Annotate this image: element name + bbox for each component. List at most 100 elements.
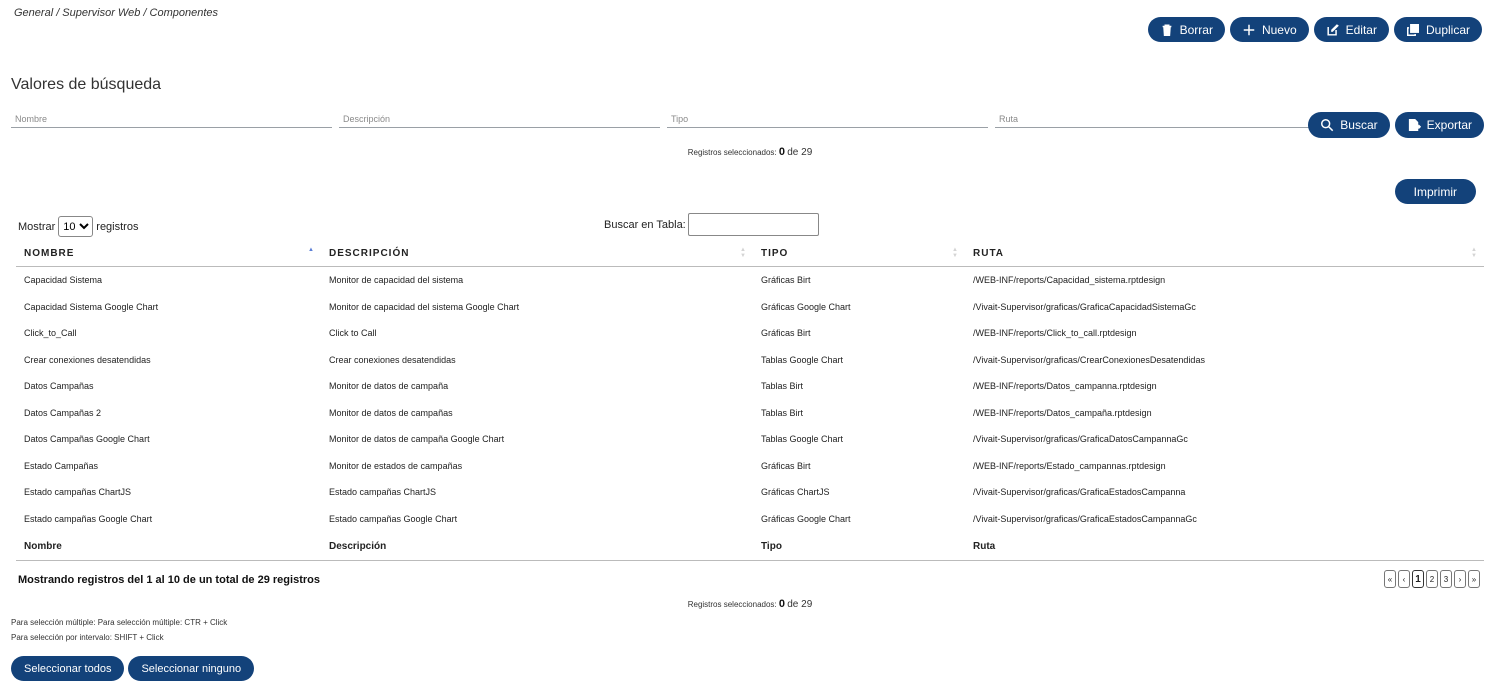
trash-icon [1162, 23, 1171, 36]
cell-descripcion: Monitor de datos de campañas [329, 407, 453, 418]
header-nombre[interactable]: NOMBRE ▲▼ [16, 240, 321, 267]
cell-nombre: Capacidad Sistema Google Chart [24, 301, 159, 312]
multi-select-help: Para selección múltiple: Para selección … [11, 618, 228, 627]
export-icon [1408, 119, 1421, 131]
cell-nombre: Capacidad Sistema [24, 275, 103, 286]
table-row[interactable]: Capacidad Sistema Google Chart Monitor de… [16, 294, 1484, 321]
cell-nombre: Datos Campañas Google Chart [24, 434, 150, 445]
footer-nombre: Nombre [16, 532, 321, 561]
header-ruta-label: RUTA [973, 247, 1005, 259]
select-all-button[interactable]: Seleccionar todos [11, 656, 125, 681]
delete-button-label: Borrar [1179, 22, 1213, 37]
duplicate-button[interactable]: Duplicar [1393, 17, 1482, 42]
name-input[interactable] [11, 111, 332, 128]
edit-button[interactable]: Editar [1313, 17, 1389, 42]
selected-total: de 29 [787, 599, 813, 610]
table-info: Mostrando registros del 1 al 10 de un to… [18, 574, 320, 586]
cell-tipo: Gráficas Google Chart [761, 301, 851, 312]
page-size-select[interactable]: 10 [58, 216, 94, 237]
cell-nombre: Datos Campañas [24, 381, 94, 392]
table-row[interactable]: Datos Campañas Monitor de datos de campañ… [16, 373, 1484, 400]
cell-tipo: Gráficas Birt [761, 328, 811, 339]
search-button-label: Buscar [1340, 118, 1378, 132]
sort-icon: ▲▼ [740, 247, 747, 259]
first-page-button[interactable]: « [1384, 570, 1396, 588]
cell-nombre: Estado Campañas [24, 460, 99, 471]
description-input[interactable] [339, 111, 660, 128]
cell-ruta: /WEB-INF/reports/Datos_campaña.rptdesign [973, 407, 1152, 418]
new-button[interactable]: Nuevo [1229, 17, 1309, 42]
page-button-2[interactable]: 2 [1426, 570, 1438, 588]
top-toolbar: Borrar Nuevo Editar Duplicar [1147, 17, 1482, 42]
page-button-3[interactable]: 3 [1440, 570, 1452, 588]
table-row[interactable]: Estado Campañas Monitor de estados de cam… [16, 453, 1484, 480]
search-actions: Buscar Exportar [1308, 112, 1484, 138]
header-tipo[interactable]: TIPO ▲ ▼ [753, 240, 965, 267]
cell-descripcion: Monitor de capacidad del sistema [329, 275, 464, 286]
cell-ruta: /WEB-INF/reports/Estado_campannas.rptdes… [973, 460, 1166, 471]
sort-icon: ▲▼ [952, 247, 959, 259]
prev-page-button[interactable]: ‹ [1398, 570, 1410, 588]
table-row[interactable]: Click_to_Call Click to Call Gráficas Birt /… [16, 320, 1484, 347]
cell-descripcion: Click to Call [329, 328, 377, 339]
path-input[interactable] [995, 111, 1316, 128]
cell-descripcion: Estado campañas Google Chart [329, 513, 458, 524]
copy-icon [1406, 23, 1419, 36]
search-fields [11, 111, 1316, 128]
cell-tipo: Gráficas Google Chart [761, 513, 851, 524]
cell-ruta: /WEB-INF/reports/Datos_campanna.rptdesig… [973, 381, 1157, 392]
print-area: Imprimir [1394, 179, 1476, 204]
cell-tipo: Tablas Google Chart [761, 434, 844, 445]
breadcrumb: General / Supervisor Web / Componentes [14, 7, 219, 19]
cell-tipo: Gráficas Birt [761, 460, 811, 471]
selected-count: 0 [778, 146, 786, 158]
table-row[interactable]: Datos Campañas 2 Monitor de datos de camp… [16, 400, 1484, 427]
cell-descripcion: Crear conexiones desatendidas [329, 354, 456, 365]
cell-ruta: /Vivait-Supervisor/graficas/CrearConexio… [973, 354, 1205, 365]
table-row[interactable]: Estado campañas Google Chart Estado campa… [16, 506, 1484, 533]
table-row[interactable]: Estado campañas ChartJS Estado campañas C… [16, 479, 1484, 506]
cell-ruta: /WEB-INF/reports/Click_to_call.rptdesign [973, 328, 1137, 339]
header-tipo-label: TIPO [761, 247, 789, 259]
table-row[interactable]: Capacidad Sistema Monitor de capacidad de… [16, 267, 1484, 294]
cell-nombre: Estado campañas Google Chart [24, 513, 153, 524]
table-row[interactable]: Datos Campañas Google Chart Monitor de da… [16, 426, 1484, 453]
table-row[interactable]: Crear conexiones desatendidas Crear conex… [16, 347, 1484, 374]
header-ruta[interactable]: RUTA ▲ ▼ [965, 240, 1484, 267]
duplicate-button-label: Duplicar [1425, 22, 1470, 37]
next-page-button[interactable]: › [1454, 570, 1466, 588]
pagination: « ‹ 1 2 3 › » [1384, 570, 1480, 588]
footer-ruta: Ruta [965, 532, 1484, 561]
selected-label: Registros seleccionados: [687, 148, 777, 157]
search-section-title: Valores de búsqueda [11, 76, 162, 93]
table-header-row: NOMBRE ▲▼ DESCRIPCIÓN ▲▼ TIPO ▲▼ RUTA ▲▼ [16, 240, 1484, 267]
delete-button[interactable]: Borrar [1147, 17, 1225, 42]
search-button[interactable]: Buscar [1308, 112, 1390, 138]
page-button-1[interactable]: 1 [1412, 570, 1424, 588]
print-button[interactable]: Imprimir [1394, 179, 1476, 204]
select-none-button[interactable]: Seleccionar ninguno [128, 656, 255, 681]
bottom-actions: Seleccionar todos Seleccionar ninguno [11, 656, 255, 681]
plus-icon [1243, 24, 1255, 35]
table-footer-row: Nombre Descripción Tipo Ruta [16, 532, 1484, 561]
cell-tipo: Gráficas ChartJS [761, 487, 830, 498]
cell-tipo: Tablas Birt [761, 381, 804, 392]
records-label: registros [96, 220, 139, 233]
last-page-button[interactable]: » [1468, 570, 1480, 588]
export-button-label: Exportar [1426, 118, 1472, 132]
cell-descripcion: Monitor de datos de campaña Google Chart [329, 434, 505, 445]
header-descripcion[interactable]: DESCRIPCIÓN ▲ ▼ [321, 240, 753, 267]
search-icon [1321, 119, 1334, 132]
edit-button-label: Editar [1345, 22, 1377, 37]
selected-total: de 29 [787, 147, 813, 158]
export-button[interactable]: Exportar [1394, 112, 1484, 138]
table-search-label: Buscar en Tabla: [604, 218, 686, 231]
page-size-control: Mostrar 10 registros [18, 216, 138, 237]
selected-label: Registros seleccionados: [687, 600, 777, 609]
cell-descripcion: Monitor de estados de campañas [329, 460, 463, 471]
header-descripcion-label: DESCRIPCIÓN [329, 247, 410, 259]
type-input[interactable] [667, 111, 988, 128]
table-search-input[interactable] [687, 213, 819, 236]
cell-descripcion: Estado campañas ChartJS [329, 487, 437, 498]
cell-nombre: Datos Campañas 2 [24, 407, 102, 418]
